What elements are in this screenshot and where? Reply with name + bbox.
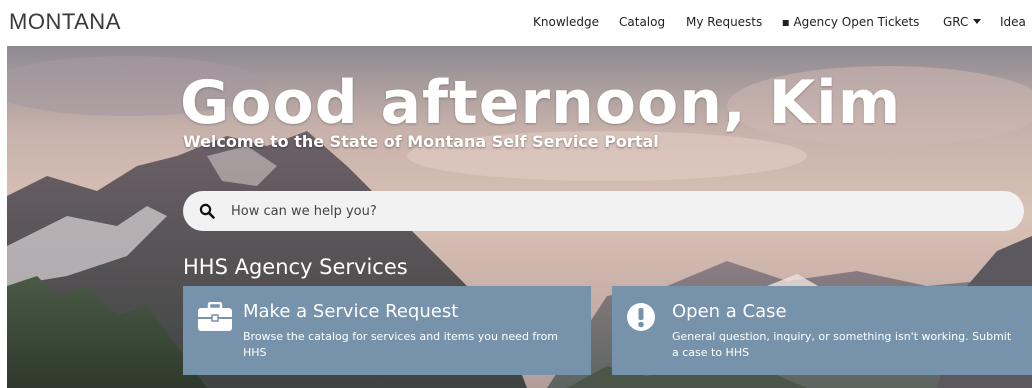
nav-my-requests[interactable]: My Requests	[686, 15, 762, 29]
exclamation-circle-icon	[627, 303, 655, 331]
nav-agency-open-tickets-label: Agency Open Tickets	[793, 15, 920, 29]
nav-catalog[interactable]: Catalog	[619, 15, 665, 29]
card-description: Browse the catalog for services and item…	[243, 330, 559, 359]
welcome-subtitle: Welcome to the State of Montana Self Ser…	[183, 132, 659, 151]
top-navigation-bar: MONTANA Knowledge Catalog My Requests ◆A…	[0, 0, 1032, 46]
nav-knowledge[interactable]: Knowledge	[533, 15, 599, 29]
caret-down-icon	[973, 19, 982, 24]
tag-icon: ◆	[777, 14, 793, 31]
open-a-case-card[interactable]: Open a Case General question, inquiry, o…	[612, 286, 1032, 375]
briefcase-icon	[198, 302, 232, 331]
hero-banner: Good afternoon, Kim Welcome to the State…	[7, 46, 1032, 388]
make-service-request-card[interactable]: Make a Service Request Browse the catalo…	[183, 286, 591, 375]
nav-agency-open-tickets[interactable]: ◆Agency Open Tickets	[777, 14, 920, 31]
section-title: HHS Agency Services	[183, 255, 408, 279]
greeting-heading: Good afternoon, Kim	[180, 68, 902, 138]
card-description: General question, inquiry, or something …	[672, 330, 1012, 359]
card-title: Make a Service Request	[243, 301, 459, 322]
search-bar[interactable]	[183, 191, 1024, 231]
nav-idea[interactable]: Idea	[1000, 15, 1026, 29]
nav-menu: Knowledge Catalog My Requests ◆Agency Op…	[0, 15, 1032, 33]
search-input[interactable]	[231, 201, 991, 221]
card-title: Open a Case	[672, 301, 787, 322]
nav-grc-label: GRC	[943, 15, 969, 29]
nav-grc-dropdown[interactable]: GRC	[943, 15, 982, 29]
search-icon	[199, 203, 215, 219]
